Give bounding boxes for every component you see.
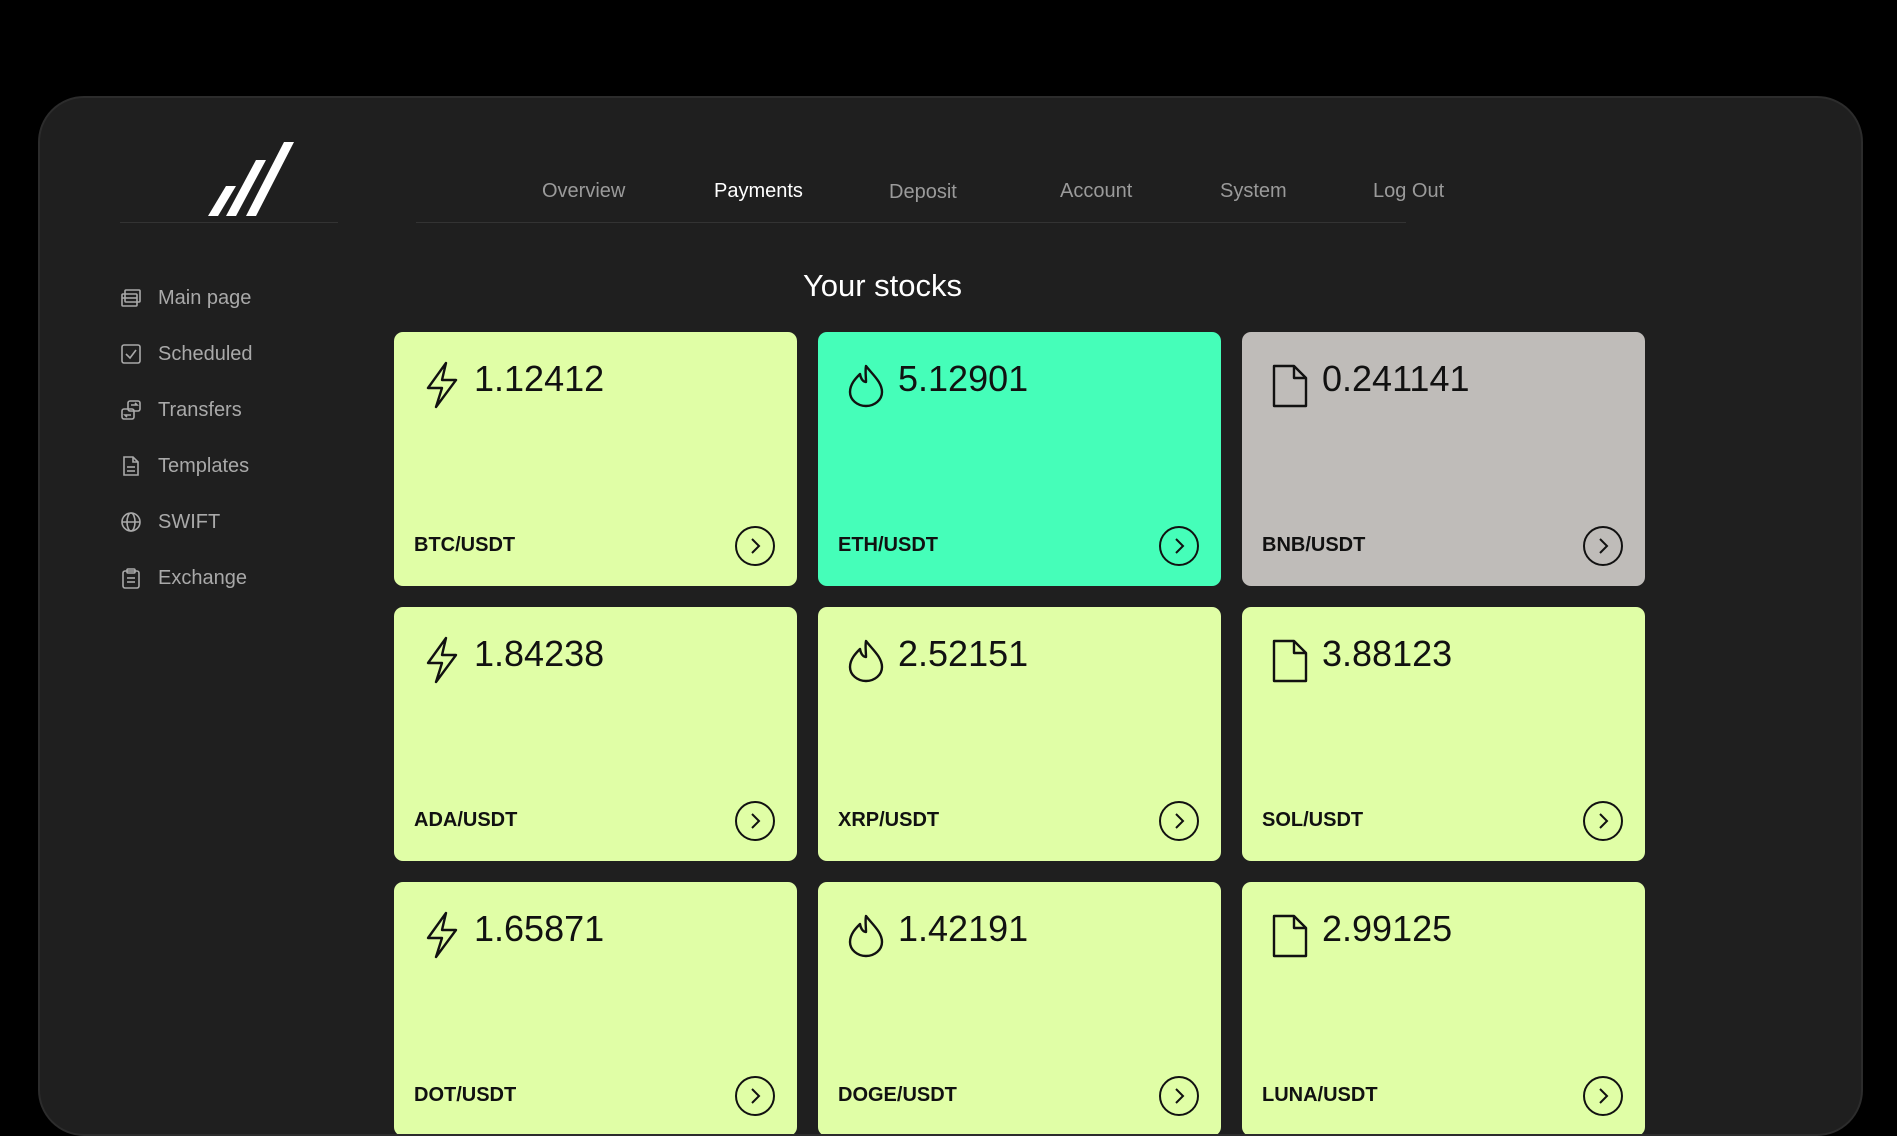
stock-pair-label: ETH/USDT [838,534,938,556]
sidebar-item-label: Transfers [158,398,242,421]
file-icon [1268,360,1312,408]
stock-value: 1.84238 [474,633,605,674]
drop-icon [844,360,888,408]
sidebar-item-label: Exchange [158,566,247,589]
page-title-text: Your stocks [802,268,963,303]
stock-value: 2.52151 [898,633,1029,674]
file-icon [1268,910,1312,958]
lightning-icon [420,360,464,409]
sidebar-item-swift[interactable]: SWIFT [120,494,360,550]
document-lines-icon [120,455,142,477]
nav-account[interactable]: Account [1060,180,1132,203]
nav-system[interactable]: System [1220,180,1287,203]
chevron-right-circle-icon[interactable] [1159,1076,1199,1116]
lightning-icon [420,910,464,959]
chevron-right-circle-icon[interactable] [1583,1076,1623,1116]
chevron-right-circle-icon[interactable] [735,801,775,841]
slashes-logo-icon [208,142,294,216]
sidebar-item-scheduled[interactable]: Scheduled [120,326,360,382]
stock-card-ada-usdt[interactable]: 1.84238 ADA/USDT [394,607,797,861]
stock-card-sol-usdt[interactable]: 3.88123 SOL/USDT [1242,607,1645,861]
nav-deposit[interactable]: Deposit [889,181,957,204]
chevron-right-circle-icon[interactable] [1583,526,1623,566]
drop-icon [844,635,888,683]
clipboard-icon [120,567,142,589]
globe-icon [120,511,142,533]
stock-value: 2.99125 [1322,908,1453,949]
stock-card-bnb-usdt[interactable]: 0.241141 BNB/USDT [1242,332,1645,586]
drop-icon [844,910,888,958]
logo[interactable] [120,138,338,223]
nav-log-out[interactable]: Log Out [1373,180,1444,203]
sidebar-item-label: SWIFT [158,510,221,533]
stock-pair-label: BNB/USDT [1262,534,1366,556]
sidebar-item-transfers[interactable]: Transfers [120,382,360,438]
stock-card-doge-usdt[interactable]: 1.42191 DOGE/USDT [818,882,1221,1134]
stock-card-grid: 1.12412 BTC/USDT 5.12901 ETH/USDT 0.241141 BN… [394,332,1646,1134]
chevron-right-circle-icon[interactable] [1159,526,1199,566]
sidebar-item-label: Scheduled [158,342,253,365]
stock-value: 5.12901 [898,358,1029,399]
chevron-right-circle-icon[interactable] [1159,801,1199,841]
lightning-icon [420,635,464,684]
sidebar-item-label: Templates [158,454,250,477]
stock-card-dot-usdt[interactable]: 1.65871 DOT/USDT [394,882,797,1134]
nav-overview[interactable]: Overview [542,180,625,203]
sidebar: Main page Scheduled Transfers Templates … [120,270,360,606]
stock-card-btc-usdt[interactable]: 1.12412 BTC/USDT [394,332,797,586]
stock-card-eth-usdt[interactable]: 5.12901 ETH/USDT [818,332,1221,586]
page-title: Your stocks [40,268,1861,304]
stock-value: 1.42191 [898,908,1029,949]
stock-card-luna-usdt[interactable]: 2.99125 LUNA/USDT [1242,882,1645,1134]
sidebar-item-templates[interactable]: Templates [120,438,360,494]
top-navigation: Overview Payments Deposit Account System… [416,138,1444,223]
chevron-right-circle-icon[interactable] [735,1076,775,1116]
stock-pair-label: ADA/USDT [414,809,518,831]
transfer-arrows-icon [120,399,142,421]
nav-payments[interactable]: Payments [714,180,803,203]
stock-value: 1.12412 [474,358,605,399]
chevron-right-circle-icon[interactable] [735,526,775,566]
stock-card-xrp-usdt[interactable]: 2.52151 XRP/USDT [818,607,1221,861]
checkbox-icon [120,343,142,365]
stock-value: 0.241141 [1322,358,1470,399]
app-window: Overview Payments Deposit Account System… [38,96,1863,1136]
stock-pair-label: SOL/USDT [1262,809,1364,831]
chevron-right-circle-icon[interactable] [1583,801,1623,841]
stock-pair-label: XRP/USDT [838,809,940,831]
sidebar-item-exchange[interactable]: Exchange [120,550,360,606]
stock-value: 1.65871 [474,908,605,949]
stock-value: 3.88123 [1322,633,1453,674]
stock-pair-label: BTC/USDT [414,534,516,556]
file-icon [1268,635,1312,683]
